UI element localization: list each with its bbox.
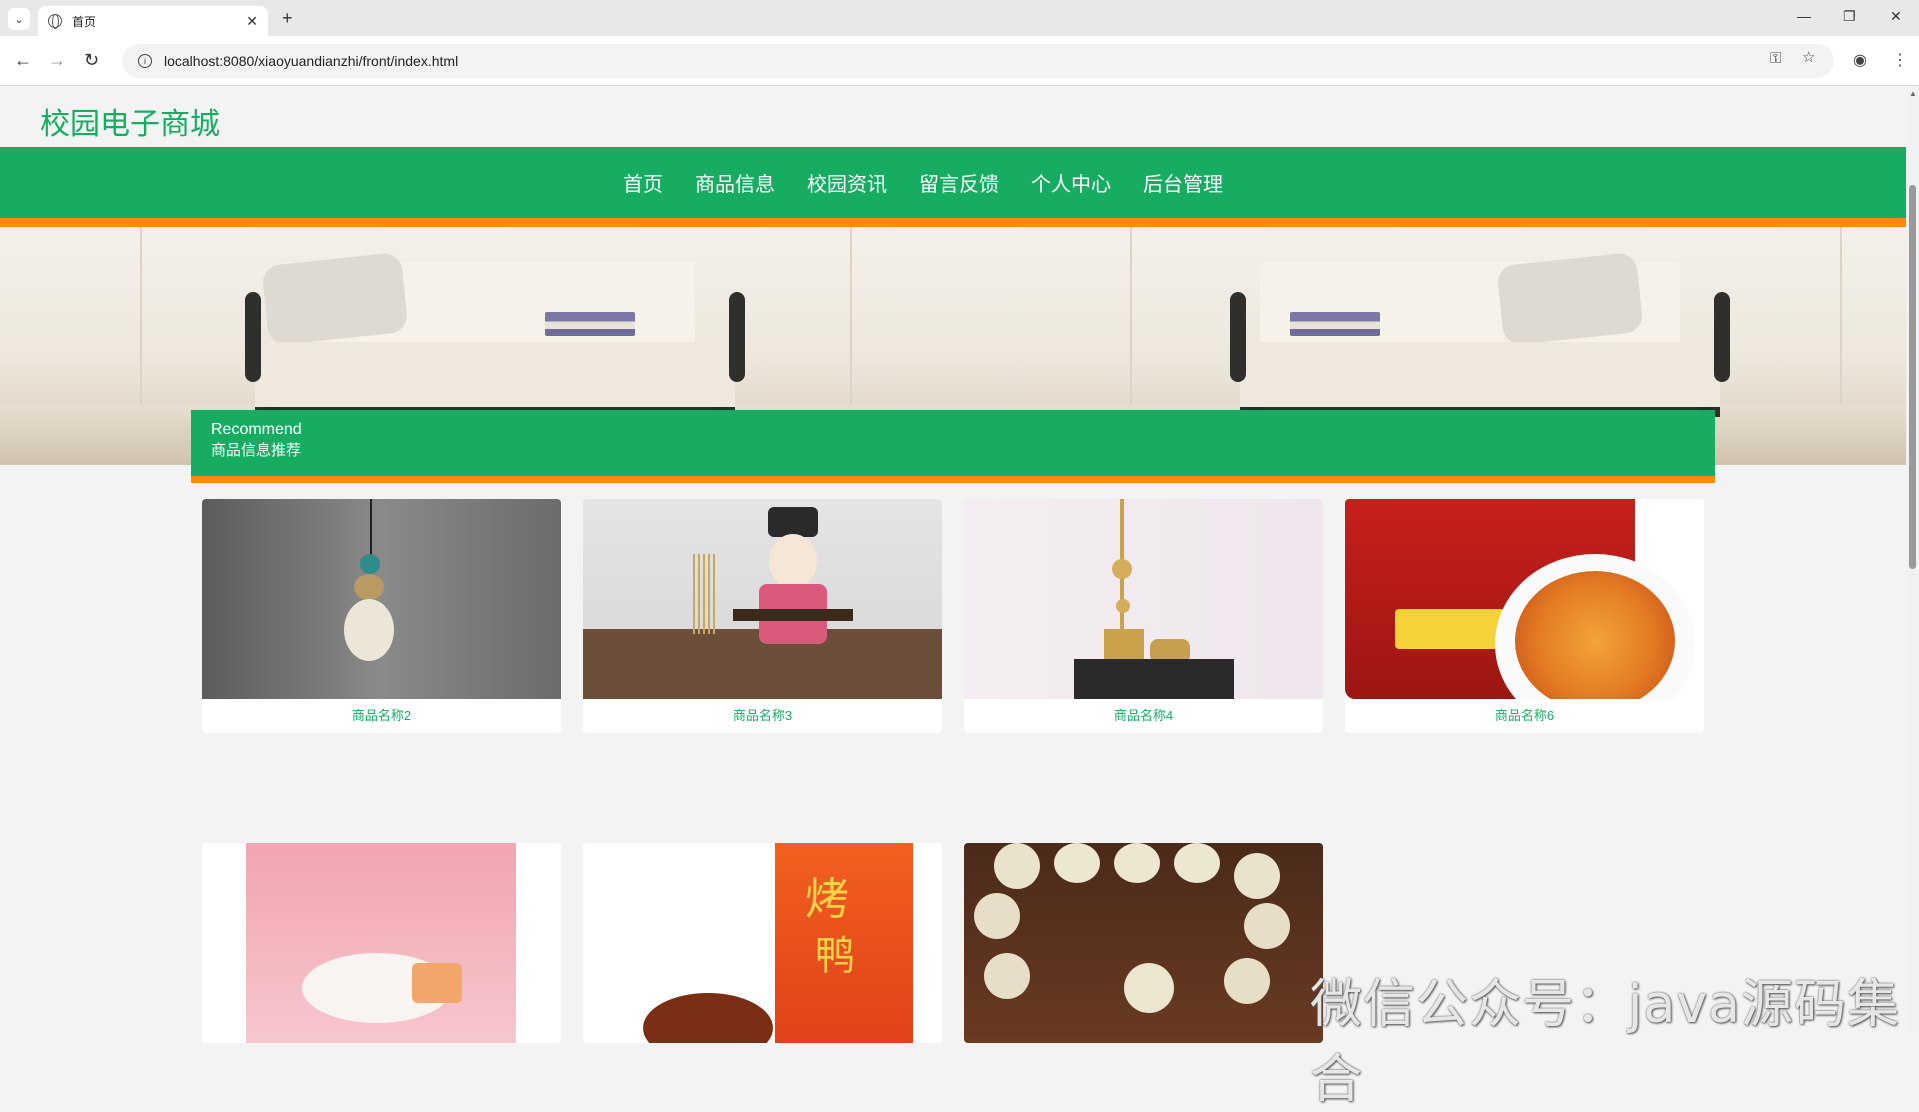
browser-tab-strip: ⌄ 首页 ✕ + — ❐ ✕ (0, 0, 1919, 36)
tab-search-button[interactable]: ⌄ (8, 8, 30, 30)
nav-news[interactable]: 校园资讯 (807, 168, 887, 197)
product-image (964, 499, 1323, 699)
tab-title: 首页 (72, 14, 97, 29)
site-info-icon[interactable]: i (138, 54, 152, 68)
nav-products[interactable]: 商品信息 (695, 168, 775, 197)
nav-feedback[interactable]: 留言反馈 (919, 168, 999, 197)
recommend-header: Recommend 商品信息推荐 (191, 410, 1715, 483)
page-scrollbar[interactable]: ▲ (1906, 87, 1919, 1032)
url-text: localhost:8080/xiaoyuandianzhi/front/ind… (164, 53, 459, 69)
back-button[interactable]: ← (14, 50, 32, 71)
recommend-title-en: Recommend (211, 421, 302, 438)
minimize-button[interactable]: — (1797, 8, 1811, 24)
product-card[interactable] (202, 843, 561, 1043)
scroll-up-icon[interactable]: ▲ (1909, 89, 1917, 98)
new-tab-button[interactable]: + (282, 8, 293, 29)
nav-profile[interactable]: 个人中心 (1031, 168, 1111, 197)
product-image (964, 843, 1323, 1043)
bookmark-star-icon[interactable]: ☆ (1802, 48, 1815, 66)
product-image (583, 499, 942, 699)
recommend-title-cn: 商品信息推荐 (211, 442, 302, 459)
menu-kebab-icon[interactable]: ⋮ (1892, 50, 1908, 70)
profile-icon[interactable]: ◉ (1853, 50, 1867, 70)
product-card[interactable]: 商品名称2 (202, 499, 561, 733)
watermark-text: 微信公众号：java源码集合 (1310, 975, 1900, 1110)
address-bar[interactable]: i localhost:8080/xiaoyuandianzhi/front/i… (122, 44, 1834, 78)
reload-button[interactable]: ↻ (84, 50, 99, 71)
product-name[interactable]: 商品名称6 (1345, 699, 1704, 733)
product-name[interactable]: 商品名称2 (202, 699, 561, 733)
site-header: 校园电子商城 (0, 87, 1906, 147)
site-title[interactable]: 校园电子商城 (40, 99, 220, 143)
product-image (202, 843, 561, 1043)
close-window-button[interactable]: ✕ (1890, 8, 1902, 25)
main-nav: 首页 商品信息 校园资讯 留言反馈 个人中心 后台管理 (0, 147, 1906, 227)
product-image (1345, 499, 1704, 699)
browser-toolbar: ← → ↻ i localhost:8080/xiaoyuandianzhi/f… (0, 36, 1919, 86)
product-name[interactable]: 商品名称4 (964, 699, 1323, 733)
nav-home[interactable]: 首页 (623, 168, 663, 197)
globe-icon (48, 14, 62, 29)
password-key-icon[interactable]: ⚿ (1770, 50, 1781, 67)
product-card[interactable]: 商品名称3 (583, 499, 942, 733)
nav-admin[interactable]: 后台管理 (1143, 168, 1223, 197)
product-card[interactable]: 商品名称4 (964, 499, 1323, 733)
product-name[interactable]: 商品名称3 (583, 699, 942, 733)
restore-button[interactable]: ❐ (1843, 8, 1856, 25)
scroll-thumb[interactable] (1909, 185, 1916, 569)
tab-close-icon[interactable]: ✕ (246, 13, 258, 30)
forward-button[interactable]: → (48, 50, 66, 71)
product-card[interactable]: 商品名称6 (1345, 499, 1704, 733)
product-card[interactable]: 烤 鸭 (583, 843, 942, 1043)
product-image: 烤 鸭 (583, 843, 942, 1043)
product-card[interactable] (964, 843, 1323, 1043)
browser-tab[interactable]: 首页 ✕ (38, 6, 268, 36)
product-image (202, 499, 561, 699)
